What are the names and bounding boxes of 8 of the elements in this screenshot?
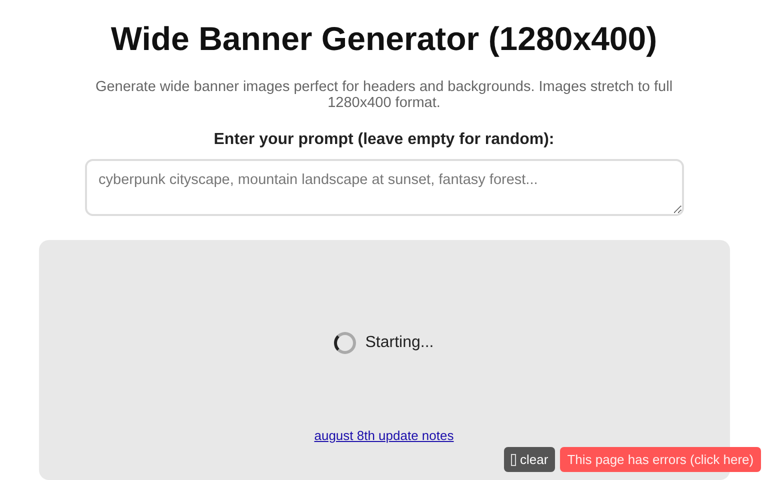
clear-button[interactable]: clear [504, 447, 556, 472]
prompt-field[interactable]: cyberpunk cityscape, mountain landscape at sunset, fantasy forest... [84, 159, 684, 216]
page-title: Wide Banner Generator (1280x400) [110, 19, 658, 59]
missing-glyph-icon [511, 454, 516, 466]
subtitle: Generate wide banner images perfect for headers and backgrounds. Images stretch to full 1280x400 format. [94, 79, 674, 111]
status-text: Starting... [365, 334, 434, 352]
update-notes-link[interactable]: august 8th update notes [314, 428, 454, 443]
prompt-label: Enter your prompt (leave empty for random): [214, 130, 554, 150]
